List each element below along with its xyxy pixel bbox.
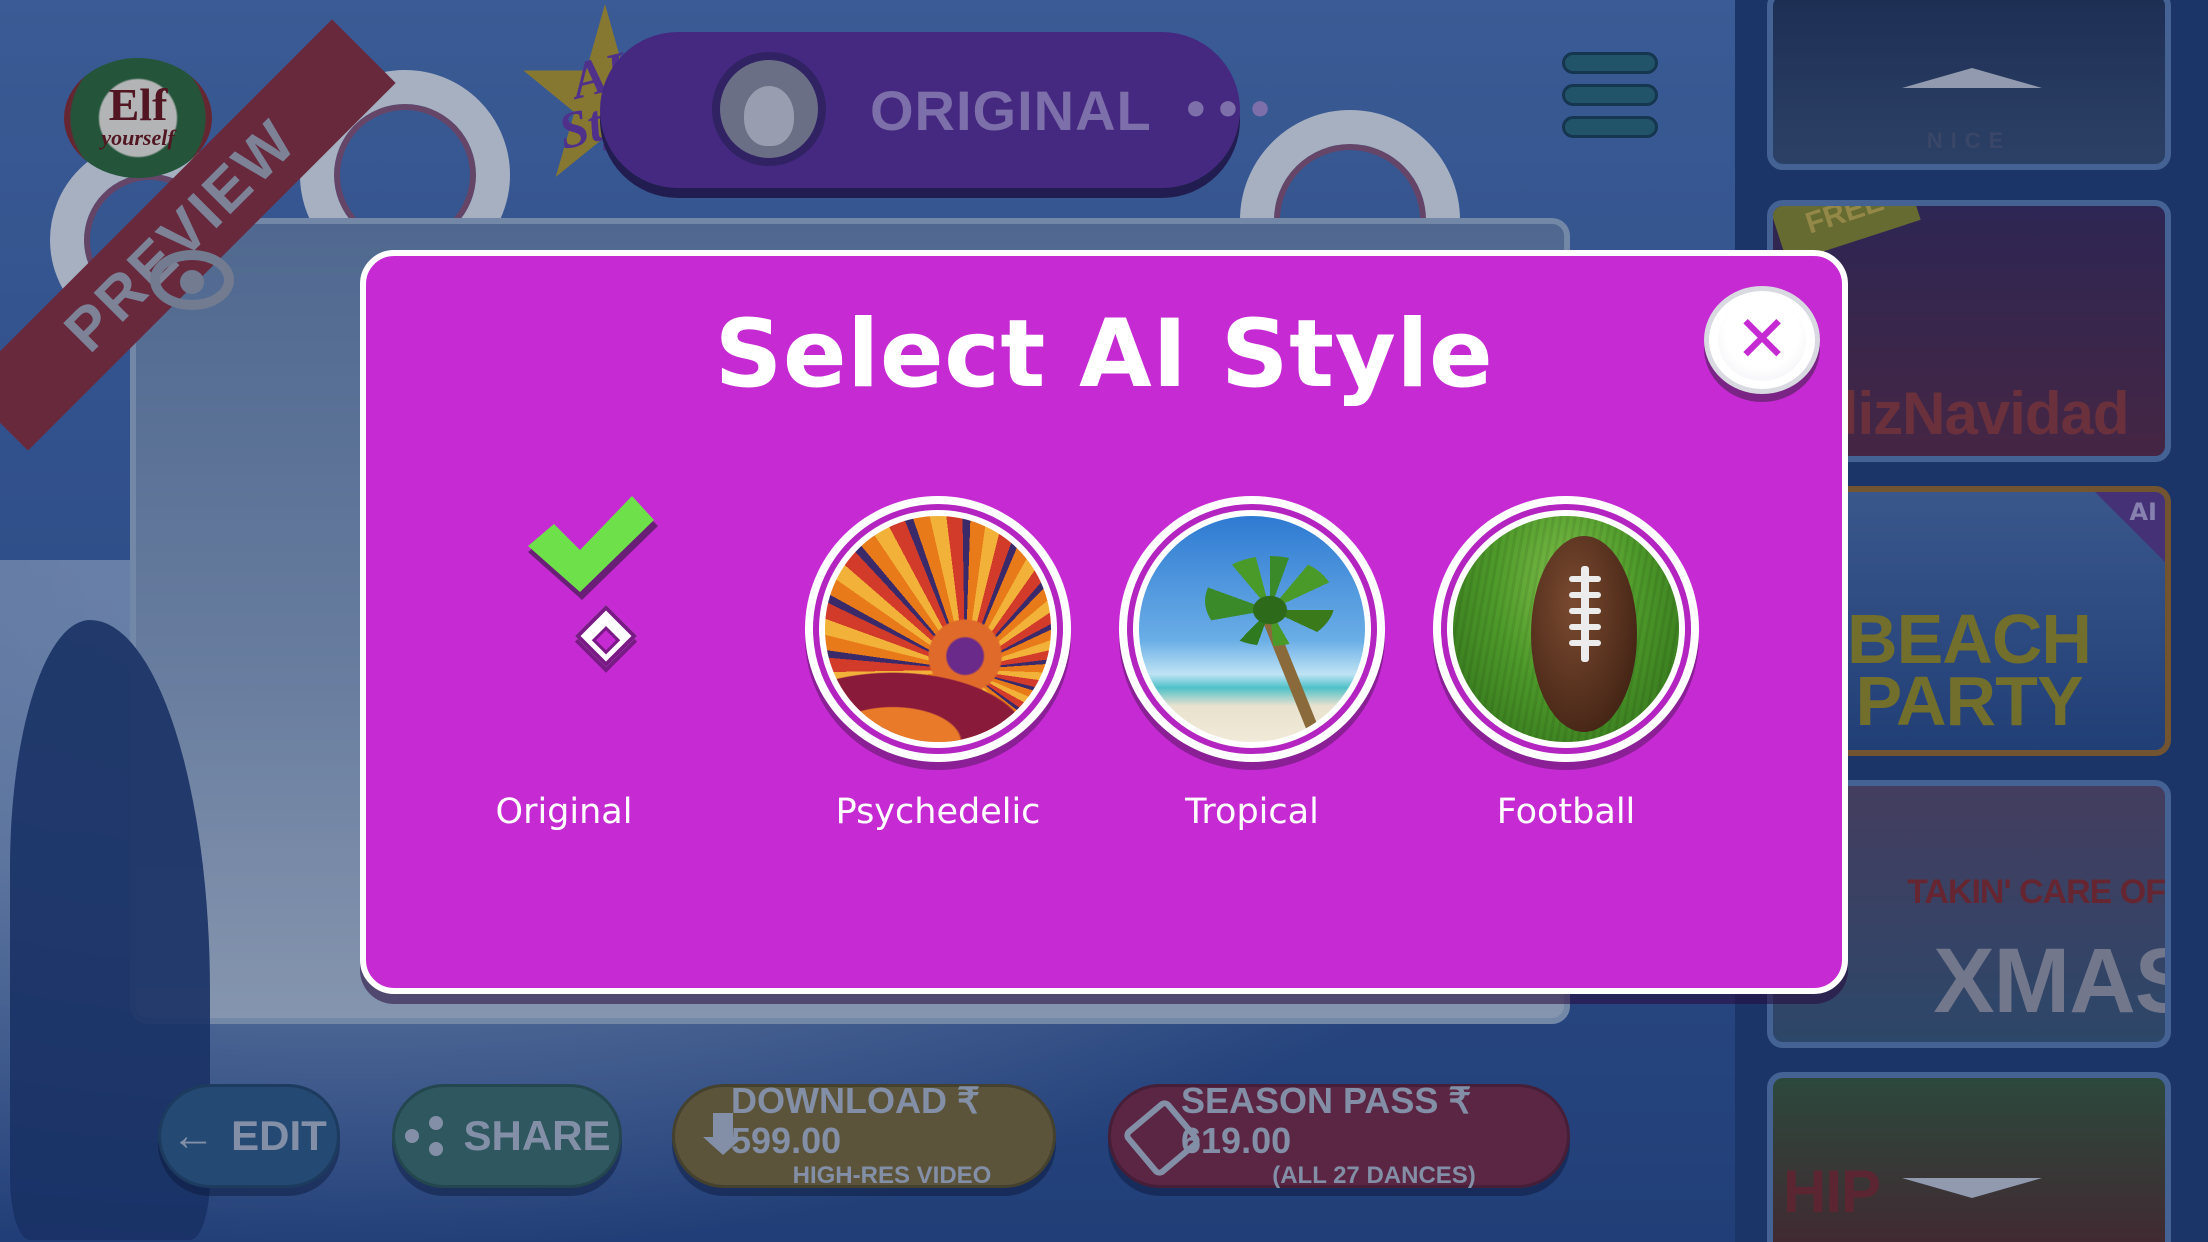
palm-leaves <box>1205 556 1335 646</box>
style-option-original[interactable]: Original <box>424 496 704 856</box>
football-ball <box>1531 536 1637 732</box>
style-option-label: Football <box>1496 792 1636 832</box>
style-thumbnail <box>1433 496 1699 762</box>
style-option-football[interactable]: Football <box>1426 496 1706 856</box>
diamond-icon <box>574 604 638 668</box>
dialog-title: Select AI Style <box>714 300 1494 409</box>
style-option-label: Tropical <box>1185 792 1319 832</box>
checkmark-icon <box>528 496 658 600</box>
style-thumbnail <box>1119 496 1385 762</box>
style-option-tropical[interactable]: Tropical <box>1112 496 1392 856</box>
style-option-label: Psychedelic <box>835 792 1041 832</box>
style-thumbnail <box>805 496 1071 762</box>
close-button[interactable]: ✕ <box>1704 286 1820 394</box>
tropical-palm-image <box>1139 516 1365 742</box>
close-icon: ✕ <box>1718 299 1806 381</box>
style-option-label: Original <box>495 792 633 832</box>
psychedelic-image <box>825 516 1051 742</box>
style-option-psychedelic[interactable]: Psychedelic <box>798 496 1078 856</box>
football-image <box>1453 516 1679 742</box>
select-ai-style-dialog: Select AI Style ✕ Original Psychedelic T… <box>360 250 1848 994</box>
